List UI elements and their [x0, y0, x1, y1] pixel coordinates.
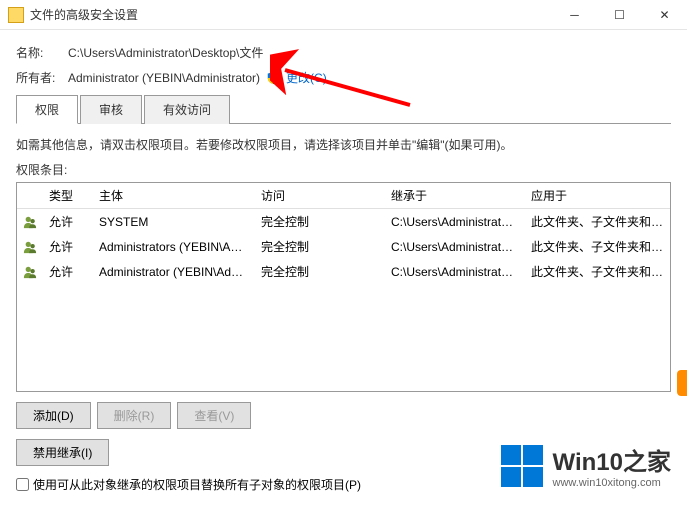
change-owner-link[interactable]: 更改(C)	[286, 69, 327, 86]
list-label: 权限条目:	[16, 161, 671, 178]
replace-checkbox-label[interactable]: 使用可从此对象继承的权限项目替换所有子对象的权限项目(P)	[33, 476, 361, 493]
replace-checkbox[interactable]	[16, 478, 29, 491]
disable-inherit-button[interactable]: 禁用继承(I)	[16, 439, 109, 466]
buttons-row: 添加(D) 删除(R) 查看(V)	[16, 402, 671, 429]
owner-row: 所有者: Administrator (YEBIN\Administrator)…	[16, 69, 671, 86]
entry-inherited: C:\Users\Administrator\D...	[385, 211, 525, 233]
owner-value: Administrator (YEBIN\Administrator)	[68, 71, 260, 85]
user-group-icon	[17, 210, 43, 234]
entry-access: 完全控制	[255, 209, 385, 234]
tabs: 权限 审核 有效访问	[16, 94, 671, 124]
col-applies[interactable]: 应用于	[525, 183, 670, 208]
user-group-icon	[17, 260, 43, 284]
entry-applies: 此文件夹、子文件夹和文件	[525, 234, 670, 259]
user-group-icon	[17, 235, 43, 259]
watermark-url: www.win10xitong.com	[553, 477, 671, 489]
watermark: Win10之家 www.win10xitong.com	[501, 442, 671, 489]
permission-list: 类型 主体 访问 继承于 应用于 允许SYSTEM完全控制C:\Users\Ad…	[16, 182, 671, 392]
tab-effective[interactable]: 有效访问	[144, 95, 230, 124]
entry-inherited: C:\Users\Administrator\D...	[385, 261, 525, 283]
window-controls: ─ ☐ ✕	[552, 0, 687, 30]
col-inherited[interactable]: 继承于	[385, 183, 525, 208]
remove-button[interactable]: 删除(R)	[97, 402, 172, 429]
entry-access: 完全控制	[255, 259, 385, 284]
maximize-button[interactable]: ☐	[597, 0, 642, 30]
entry-type: 允许	[43, 209, 93, 234]
entry-type: 允许	[43, 234, 93, 259]
add-button[interactable]: 添加(D)	[16, 402, 91, 429]
titlebar: 文件的高级安全设置 ─ ☐ ✕	[0, 0, 687, 30]
col-access[interactable]: 访问	[255, 183, 385, 208]
close-button[interactable]: ✕	[642, 0, 687, 30]
view-button[interactable]: 查看(V)	[177, 402, 251, 429]
shield-icon	[266, 71, 280, 85]
watermark-title: Win10之家	[553, 442, 671, 477]
entry-applies: 此文件夹、子文件夹和文件	[525, 259, 670, 284]
hint-text: 如需其他信息，请双击权限项目。若要修改权限项目，请选择该项目并单击"编辑"(如果…	[16, 136, 671, 153]
owner-label: 所有者:	[16, 69, 68, 86]
windows-logo-icon	[501, 445, 543, 487]
permission-header: 类型 主体 访问 继承于 应用于	[17, 183, 670, 209]
permission-body: 允许SYSTEM完全控制C:\Users\Administrator\D...此…	[17, 209, 670, 284]
folder-icon	[8, 7, 24, 23]
permission-row[interactable]: 允许Administrators (YEBIN\Administr...完全控制…	[17, 234, 670, 259]
entry-inherited: C:\Users\Administrator\D...	[385, 236, 525, 258]
name-label: 名称:	[16, 44, 68, 61]
window-title: 文件的高级安全设置	[30, 6, 552, 23]
permission-row[interactable]: 允许Administrator (YEBIN\Administrat...完全控…	[17, 259, 670, 284]
content-area: 名称: C:\Users\Administrator\Desktop\文件 所有…	[0, 30, 687, 501]
name-value: C:\Users\Administrator\Desktop\文件	[68, 44, 263, 61]
tab-permissions[interactable]: 权限	[16, 95, 78, 124]
name-row: 名称: C:\Users\Administrator\Desktop\文件	[16, 44, 671, 61]
entry-type: 允许	[43, 259, 93, 284]
entry-applies: 此文件夹、子文件夹和文件	[525, 209, 670, 234]
col-principal[interactable]: 主体	[93, 183, 255, 208]
tab-audit[interactable]: 审核	[80, 95, 142, 124]
entry-principal: SYSTEM	[93, 211, 255, 233]
minimize-button[interactable]: ─	[552, 0, 597, 30]
col-type[interactable]: 类型	[43, 183, 93, 208]
permission-row[interactable]: 允许SYSTEM完全控制C:\Users\Administrator\D...此…	[17, 209, 670, 234]
entry-access: 完全控制	[255, 234, 385, 259]
entry-principal: Administrators (YEBIN\Administr...	[93, 236, 255, 258]
entry-principal: Administrator (YEBIN\Administrat...	[93, 261, 255, 283]
orange-tab	[677, 370, 687, 396]
